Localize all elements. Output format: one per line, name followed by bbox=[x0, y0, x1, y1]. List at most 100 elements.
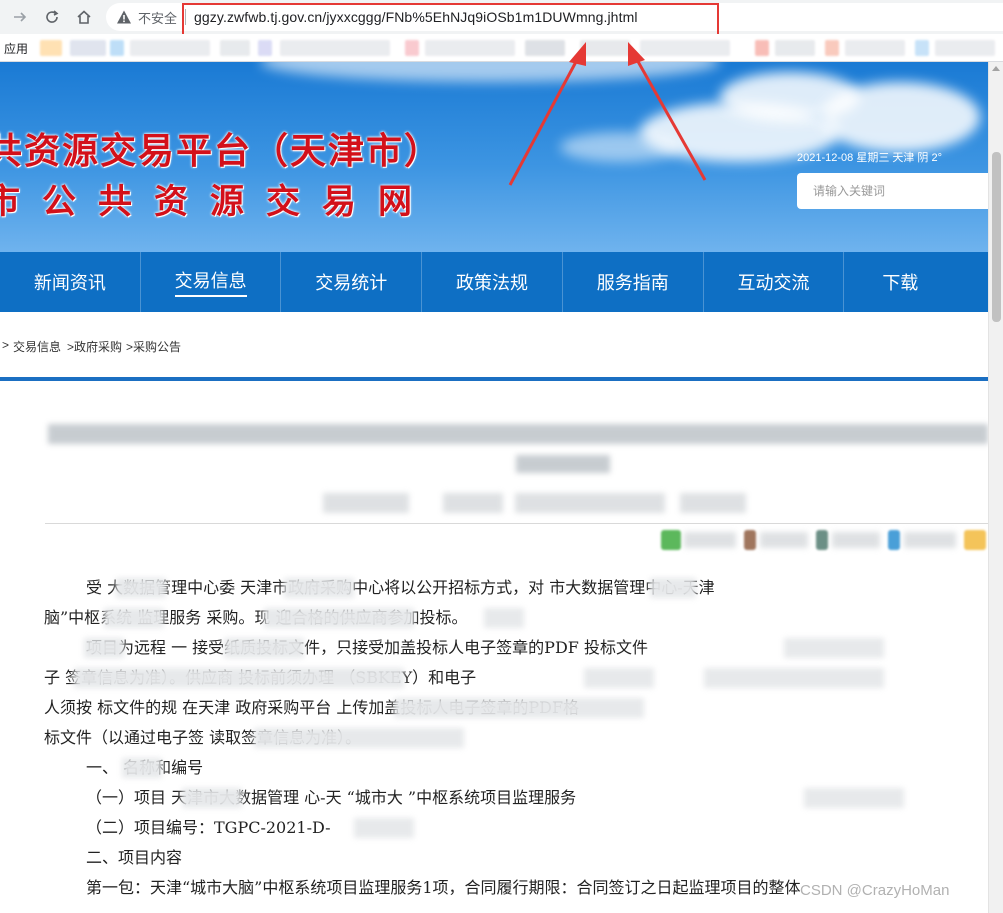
scroll-up-arrow-icon[interactable] bbox=[992, 66, 1000, 71]
article-line-text: 第一包：天津“城市大脑”中枢系统项目监理服务1项，合同履行期限：合同签订之日起监… bbox=[86, 878, 801, 897]
breadcrumb: > 交易信息 >政府采购 >采购公告 bbox=[0, 338, 181, 355]
share-icon[interactable] bbox=[888, 530, 900, 550]
nav-item-label: 新闻资讯 bbox=[33, 273, 106, 294]
search-input[interactable] bbox=[797, 173, 988, 209]
blurred-bookmark[interactable] bbox=[640, 40, 730, 56]
blurred-share-label bbox=[760, 532, 808, 548]
redaction-smudge bbox=[182, 788, 242, 808]
nav-item-trade-info[interactable]: 交易信息 bbox=[141, 252, 282, 312]
redaction-smudge bbox=[284, 578, 354, 598]
weibo-share-icon[interactable] bbox=[964, 530, 986, 550]
page-scrollbar[interactable] bbox=[988, 62, 1003, 913]
blurred-bookmark[interactable] bbox=[258, 40, 272, 56]
forward-arrow-icon[interactable] bbox=[6, 3, 34, 31]
refresh-button[interactable] bbox=[38, 3, 66, 31]
redaction-smudge bbox=[354, 818, 414, 838]
article-header-rule bbox=[45, 523, 988, 524]
blurred-bookmark[interactable] bbox=[825, 40, 839, 56]
url-separator bbox=[185, 9, 187, 25]
site-title-line1: 共资源交易平台（天津市） bbox=[0, 131, 443, 172]
article-line-text: 二、项目内容 bbox=[86, 848, 183, 867]
nav-item-label: 交易统计 bbox=[315, 273, 388, 294]
nav-item-interaction[interactable]: 互动交流 bbox=[704, 252, 845, 312]
redaction-smudge bbox=[84, 638, 124, 658]
date-weather: 2021-12-08 星期三 天津 阴 2° bbox=[797, 152, 943, 164]
nav-item-news[interactable]: 新闻资讯 bbox=[0, 252, 141, 312]
redaction-smudge bbox=[394, 698, 644, 718]
article-line: 子 签章信息为准）。供应商 投标前须办理 （SBKEY）和电子 bbox=[44, 663, 988, 693]
blurred-bookmark[interactable] bbox=[915, 40, 929, 56]
article-line-text: 项目为远程 一 接受纸质投标文件，只接受加盖投标人电子签章的PDF 投标文件 bbox=[86, 638, 648, 657]
blurred-share-label bbox=[684, 532, 736, 548]
blurred-bookmark[interactable] bbox=[40, 40, 62, 56]
site-title-line2: 市公共资源交易网 bbox=[0, 182, 434, 222]
blurred-bookmark[interactable] bbox=[405, 40, 419, 56]
blurred-bookmark[interactable] bbox=[580, 40, 630, 56]
site-banner: 共资源交易平台（天津市） 市公共资源交易网 2021-12-08 星期三 天津 … bbox=[0, 62, 988, 252]
redaction-smudge bbox=[104, 608, 164, 628]
home-button[interactable] bbox=[70, 3, 98, 31]
breadcrumb-gov-procurement[interactable]: >政府采购 bbox=[67, 338, 122, 355]
blurred-bookmark[interactable] bbox=[70, 40, 106, 56]
breadcrumb-separator: > bbox=[2, 338, 10, 352]
blurred-bookmark[interactable] bbox=[775, 40, 815, 56]
article-body: 受 大数据管理中心委 天津市政府采购中心将以公开招标方式，对 市大数据管理中心-… bbox=[44, 573, 988, 903]
blurred-bookmark[interactable] bbox=[130, 40, 210, 56]
nav-item-label: 互动交流 bbox=[737, 273, 810, 294]
nav-item-trade-stats[interactable]: 交易统计 bbox=[281, 252, 423, 312]
breadcrumb-procurement-notice[interactable]: >采购公告 bbox=[126, 338, 181, 355]
blurred-bookmark[interactable] bbox=[755, 40, 769, 56]
blurred-bookmark[interactable] bbox=[220, 40, 250, 56]
redaction-smudge bbox=[784, 638, 884, 658]
csdn-watermark: CSDN @CrazyHoMan bbox=[800, 882, 950, 899]
blurred-share-label bbox=[832, 532, 880, 548]
bookmarks-bar: 应用 bbox=[0, 34, 1003, 62]
redaction-smudge bbox=[484, 608, 524, 628]
share-icon[interactable] bbox=[816, 530, 828, 550]
blurred-bookmark[interactable] bbox=[935, 40, 995, 56]
blurred-bookmark[interactable] bbox=[845, 40, 905, 56]
blurred-bookmark[interactable] bbox=[425, 40, 515, 56]
scroll-thumb[interactable] bbox=[992, 152, 1001, 322]
article-line: （一）项目 天津市大数据管理 心-天 “城市大 ”中枢系统项目监理服务 bbox=[44, 783, 988, 813]
article-line: 二、项目内容 bbox=[44, 843, 988, 873]
insecure-label[interactable]: 不安全 bbox=[138, 8, 177, 27]
article-line-text: （二）项目编号：TGPC-2021-D- bbox=[86, 818, 331, 837]
article-line: 项目为远程 一 接受纸质投标文件，只接受加盖投标人电子签章的PDF 投标文件 bbox=[44, 633, 988, 663]
redaction-smudge bbox=[254, 728, 464, 748]
nav-item-service-guide[interactable]: 服务指南 bbox=[563, 252, 704, 312]
blurred-bookmark[interactable] bbox=[525, 40, 565, 56]
nav-item-label: 下载 bbox=[882, 273, 919, 294]
redaction-smudge bbox=[704, 668, 884, 688]
warning-triangle-icon bbox=[117, 10, 131, 24]
banner-cloud bbox=[820, 82, 980, 152]
share-icon[interactable] bbox=[744, 530, 756, 550]
blurred-bookmark[interactable] bbox=[110, 40, 124, 56]
article-line-text: （一）项目 天津市大数据管理 心-天 “城市大 ”中枢系统项目监理服务 bbox=[86, 788, 577, 807]
breadcrumb-trade-info[interactable]: 交易信息 bbox=[13, 338, 61, 355]
apps-bookmark[interactable]: 应用 bbox=[4, 40, 28, 57]
redaction-smudge bbox=[650, 578, 696, 598]
article-line: 标文件（以通过电子签 读取签章信息为准）。 bbox=[44, 723, 988, 753]
url-text[interactable]: ggzy.zwfwb.tj.gov.cn/jyxxcggg/FNb%5EhNJq… bbox=[194, 9, 638, 25]
redaction-smudge bbox=[804, 788, 904, 808]
nav-item-policy[interactable]: 政策法规 bbox=[422, 252, 563, 312]
back-arrow-icon bbox=[14, 12, 27, 22]
article-line: （二）项目编号：TGPC-2021-D- bbox=[44, 813, 988, 843]
blurred-article-meta bbox=[680, 493, 746, 513]
article-line: 人须按 标文件的规 在天津 政府采购平台 上传加盖投标人电子签章的PDF格 bbox=[44, 693, 988, 723]
article-line: 受 大数据管理中心委 天津市政府采购中心将以公开招标方式，对 市大数据管理中心-… bbox=[44, 573, 988, 603]
wechat-share-icon[interactable] bbox=[661, 530, 681, 550]
article-line: 脑”中枢系统 监理服务 采购。现 迎合格的供应商参加投标。 bbox=[44, 603, 988, 633]
address-bar[interactable]: 不安全 ggzy.zwfwb.tj.gov.cn/jyxxcggg/FNb%5E… bbox=[106, 3, 1003, 31]
main-nav: 新闻资讯 交易信息 交易统计 政策法规 服务指南 互动交流 下载 bbox=[0, 252, 988, 312]
blurred-bookmark[interactable] bbox=[280, 40, 390, 56]
blurred-article-meta bbox=[323, 493, 409, 513]
nav-item-download[interactable]: 下载 bbox=[844, 252, 988, 312]
nav-item-label: 服务指南 bbox=[596, 273, 669, 294]
blurred-article-title bbox=[48, 424, 988, 444]
blurred-article-meta bbox=[443, 493, 503, 513]
banner-cloud bbox=[560, 132, 680, 162]
refresh-icon bbox=[46, 10, 59, 23]
content-top-rule bbox=[0, 377, 988, 381]
